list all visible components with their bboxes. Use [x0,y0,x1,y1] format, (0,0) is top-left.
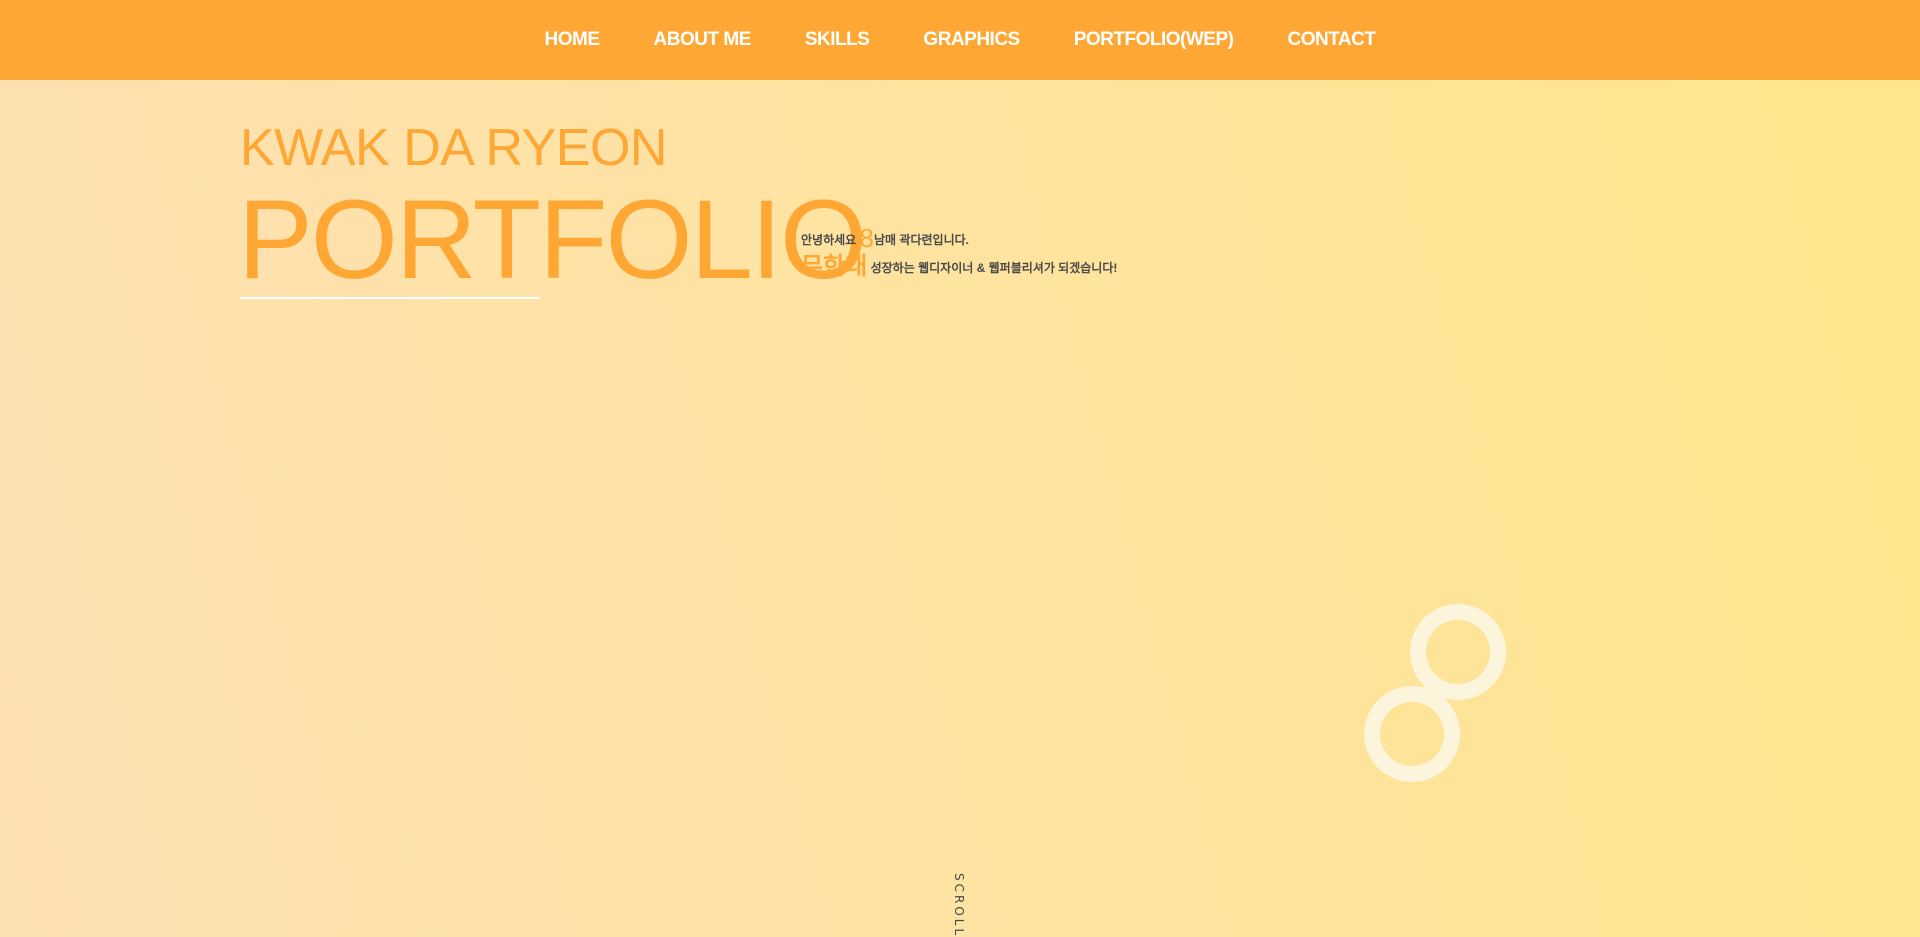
nav-item-about-me[interactable]: ABOUT ME [654,0,752,80]
scroll-indicator[interactable]: SCROLL [952,873,966,937]
nav-item-skills[interactable]: SKILLS [805,0,870,80]
hero-name: KWAK DA RYEON [240,119,667,177]
infinity-eight-icon [1364,604,1506,782]
intro-greeting-suffix: 남매 곽다련입니다. [874,233,970,247]
nav-item-contact[interactable]: CONTACT [1287,0,1375,80]
intro-line-1: 안녕하세요 8남매 곽다련입니다. [801,224,969,254]
main-nav: HOME ABOUT ME SKILLS GRAPHICS PORTFOLIO(… [0,0,1920,80]
hero-title: PORTFOLIO [238,177,867,302]
nav-item-home[interactable]: HOME [545,0,601,80]
intro-emphasis: 무한대 [801,253,868,280]
nav-menu: HOME ABOUT ME SKILLS GRAPHICS PORTFOLIO(… [518,0,1403,80]
nav-item-graphics[interactable]: GRAPHICS [923,0,1020,80]
nav-item-portfolio-wep[interactable]: PORTFOLIO(WEP) [1074,0,1234,80]
intro-number: 8 [859,223,875,253]
intro-tagline: 성장하는 웹디자이너 & 웹퍼블리셔가 되겠습니다! [867,261,1118,275]
hero-underline [240,297,540,299]
intro-greeting: 안녕하세요 [801,233,860,247]
intro-line-2: 무한대 성장하는 웹디자이너 & 웹퍼블리셔가 되겠습니다! [801,252,1117,283]
